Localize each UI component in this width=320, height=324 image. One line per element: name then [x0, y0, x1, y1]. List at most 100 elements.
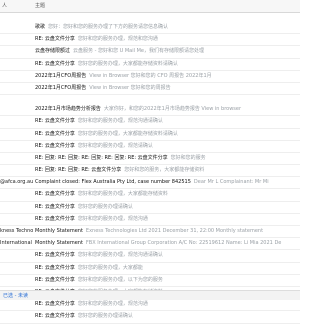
- message-row[interactable]: [0, 95, 300, 104]
- message-list: 歌歌 您好：您好和您的服务办理了下方的服务请您信息确认 RE: 云盘文件分享 您好和您…: [0, 13, 300, 324]
- message-row[interactable]: RE: 云盘文件分享 您好和您的服务办理，大家都能存储资料: [0, 189, 300, 202]
- message-sender: kness Technologie: [0, 228, 33, 234]
- message-subject: 歌歌: [35, 24, 46, 30]
- column-subject[interactable]: 主题: [35, 2, 45, 9]
- message-subject-cell: Complaint closed: Flex Australia Pty Ltd…: [35, 177, 300, 188]
- message-preview: View in Browser 您好和您的 CFO 周报告 2022年1月: [89, 72, 212, 79]
- message-subject-cell: [35, 95, 300, 104]
- message-subject: RE: 云盘文件分享: [35, 301, 75, 308]
- message-subject: RE: 回复: RE: 回复: RE: 回复: RE: 回复: RE: 云盘文件…: [35, 154, 168, 161]
- message-subject: RE: 云盘文件分享: [35, 118, 75, 125]
- message-subject-cell: Monthly Statement FBX International Group…: [35, 238, 300, 249]
- message-subject: RE: 云盘文件分享: [35, 252, 75, 259]
- message-row[interactable]: 2022年1月CFO周报告 View in Browser 您好和您的周报告: [0, 83, 300, 96]
- message-subject-cell: [35, 13, 300, 22]
- message-preview: 您好和您的服务办理，规范沟通请确认: [77, 252, 163, 259]
- message-subject: Monthly Statement: [35, 228, 83, 234]
- message-subject-cell: RE: 云盘文件分享 您好和您的服务办理，以下为您的服务: [35, 275, 300, 286]
- message-row[interactable]: RE: 云盘文件分享 您好和您的服务办理，规范沟通请确认: [0, 116, 300, 129]
- message-subject: 2022年1月CFO周报告: [35, 72, 87, 79]
- message-row[interactable]: RE: 云盘文件分享 您好您的服务办理请确认: [0, 202, 300, 214]
- message-row[interactable]: RE: 云盘文件分享 您好和您的服务办理，规范沟通请确认: [0, 250, 300, 263]
- message-preview: 您好您的服务办理，大家都能: [77, 264, 143, 271]
- message-subject: RE: 云盘文件分享: [35, 276, 75, 283]
- message-subject: RE: 云盘文件分享: [35, 142, 75, 149]
- message-subject-cell: 歌歌 您好：您好和您的服务办理了下方的服务请您信息确认: [35, 22, 300, 33]
- message-preview: 您好您的服务办理请确认: [77, 313, 133, 320]
- message-preview: 您好和您的服务办理，规范沟通请确认: [77, 118, 163, 125]
- message-row[interactable]: @afca.org.au Complaint closed: Flex Austr…: [0, 177, 300, 190]
- message-subject: RE: 云盘文件分享: [35, 264, 75, 271]
- message-subject-cell: RE: 云盘文件分享 您好和您的服务办理，规范沟通: [35, 214, 300, 225]
- message-preview: 您好和您的服务办理，规范和您沟通: [77, 36, 158, 43]
- message-preview: 您好和您的服务办理，规范沟通: [77, 301, 148, 308]
- message-subject-cell: RE: 云盘文件分享 您好和您的服务办理，规范沟通请确认: [35, 250, 300, 261]
- message-preview: Dear Mr L Complainant: Mr Mi: [193, 179, 269, 186]
- message-subject: Monthly Statement: [35, 240, 83, 247]
- message-preview: 云盘服务 - 您好和您 U Mail Me，我们有存储限额请您处理: [73, 48, 204, 55]
- message-subject-cell: RE: 云盘文件分享 您好您的服务办理，大家都能: [35, 263, 300, 274]
- message-subject: 2022年1月CFO周报告: [35, 84, 87, 91]
- message-row[interactable]: kness TechnologieMonthly StatementExness…: [0, 226, 300, 239]
- message-row[interactable]: RE: 回复: RE: 回复: RE: 云盘文件分享 您好和您的服务，大家都能存储…: [0, 165, 300, 178]
- status-text: 已选 - 未读: [3, 293, 28, 299]
- message-row[interactable]: RE: 云盘文件分享 您好和您的服务办理，规范请确认: [0, 141, 300, 153]
- message-subject-cell: RE: 云盘文件分享 您好您的服务办理请确认: [35, 311, 300, 322]
- message-preview: 您好和您的服务办理，以下为您的服务: [77, 276, 163, 283]
- message-preview: 您好和您的服务: [170, 154, 206, 161]
- message-row[interactable]: International Monthly Statement FBX Intern…: [0, 238, 300, 251]
- message-subject: Complaint closed: Flex Australia Pty Ltd…: [35, 179, 191, 186]
- message-row[interactable]: 歌歌 您好：您好和您的服务办理了下方的服务请您信息确认: [0, 22, 300, 35]
- message-subject: RE: 云盘文件分享: [35, 215, 75, 222]
- message-subject: RE: 回复: RE: 回复: RE: 云盘文件分享: [35, 167, 122, 174]
- message-row[interactable]: 2022年1月市场趋势分析报告 大家你好，和您的2022年1月市场趋势报告 Vie…: [0, 104, 300, 117]
- message-row[interactable]: RE: 云盘文件分享 您好您的服务办理请确认: [0, 311, 300, 324]
- message-row[interactable]: RE: 回复: RE: 回复: RE: 回复: RE: 回复: RE: 云盘文件…: [0, 153, 300, 166]
- message-subject: 2022年1月市场趋势分析报告: [35, 106, 101, 113]
- message-row[interactable]: 2022年1月CFO周报告 View in Browser 您好和您的 CFO 周…: [0, 71, 300, 83]
- message-subject-cell: RE: 云盘文件分享 您好您的服务办理请确认: [35, 202, 300, 213]
- message-subject-cell: RE: 云盘文件分享 您好和您的服务办理，规范请确认: [35, 141, 300, 152]
- message-subject: RE: 云盘文件分享: [35, 130, 75, 137]
- message-preview: View in Browser 您好和您的周报告: [89, 84, 171, 91]
- column-header: 人 主题: [0, 0, 300, 13]
- message-row[interactable]: RE: 云盘文件分享 您好您的服务办理，大家都能存储资料请确认: [0, 59, 300, 71]
- message-subject-cell: 2022年1月CFO周报告 View in Browser 您好和您的周报告: [35, 83, 300, 94]
- message-row[interactable]: RE: 云盘文件分享 您好您的服务办理，大家都能存储资料请确认: [0, 129, 300, 141]
- message-subject-cell: Monthly Statement Exness Technologies Ltd…: [35, 226, 300, 237]
- message-preview: 您好您的服务办理，大家都能存储资料请确认: [77, 130, 178, 137]
- message-preview: 大家你好，和您的2022年1月市场趋势报告 View in browser: [103, 106, 242, 113]
- message-sender: @afca.org.au: [0, 179, 33, 186]
- message-preview: 您好您的服务办理，大家都能存储资料请确认: [77, 60, 178, 67]
- message-row[interactable]: RE: 云盘文件分享 您好和您的服务办理，以下为您的服务: [0, 275, 300, 287]
- message-preview: 您好和您的服务，大家都能存储资料: [124, 167, 205, 174]
- message-subject: RE: 云盘文件分享: [35, 36, 75, 43]
- message-preview: 您好和您的服务办理，规范请确认: [77, 142, 153, 149]
- message-subject-cell: RE: 回复: RE: 回复: RE: 云盘文件分享 您好和您的服务，大家都能存储…: [35, 165, 300, 176]
- message-subject-cell: RE: 回复: RE: 回复: RE: 回复: RE: 回复: RE: 云盘文件…: [35, 153, 300, 164]
- message-subject: RE: 云盘文件分享: [35, 191, 75, 198]
- message-preview: 您好您的服务办理请确认: [77, 203, 133, 210]
- status-bar: 已选 - 未读: [0, 290, 300, 300]
- message-row[interactable]: [0, 13, 300, 22]
- message-row[interactable]: 云盘存储限额过 云盘服务 - 您好和您 U Mail Me，我们有存储限额请您处理: [0, 46, 300, 59]
- message-row[interactable]: RE: 云盘文件分享 您好和您的服务办理，规范和您沟通: [0, 34, 300, 47]
- message-subject: RE: 云盘文件分享: [35, 313, 75, 320]
- message-subject-cell: RE: 云盘文件分享 您好和您的服务办理，大家都能存储资料: [35, 189, 300, 200]
- message-preview: Exness Technologies Ltd 2021 December 31…: [85, 228, 264, 234]
- message-subject-cell: RE: 云盘文件分享 您好您的服务办理，大家都能存储资料请确认: [35, 59, 300, 70]
- message-subject-cell: 2022年1月CFO周报告 View in Browser 您好和您的 CFO 周…: [35, 71, 300, 82]
- message-subject: RE: 云盘文件分享: [35, 60, 75, 67]
- message-subject-cell: 云盘存储限额过 云盘服务 - 您好和您 U Mail Me，我们有存储限额请您处理: [35, 46, 300, 57]
- message-preview: 您好和您的服务办理，规范沟通: [77, 215, 148, 222]
- column-sender[interactable]: 人: [2, 2, 7, 9]
- message-sender: International: [0, 240, 32, 247]
- message-row[interactable]: RE: 云盘文件分享 您好和您的服务办理，规范沟通: [0, 214, 300, 226]
- message-subject-cell: 2022年1月市场趋势分析报告 大家你好，和您的2022年1月市场趋势报告 Vie…: [35, 104, 300, 115]
- message-row[interactable]: RE: 云盘文件分享 您好和您的服务办理，规范沟通: [0, 299, 300, 312]
- message-subject-cell: RE: 云盘文件分享 您好和您的服务办理，规范沟通请确认: [35, 116, 300, 127]
- message-subject: 云盘存储限额过: [35, 48, 71, 55]
- message-preview: 您好：您好和您的服务办理了下方的服务请您信息确认: [48, 24, 169, 30]
- message-subject-cell: RE: 云盘文件分享 您好和您的服务办理，规范和您沟通: [35, 34, 300, 45]
- message-row[interactable]: RE: 云盘文件分享 您好您的服务办理，大家都能: [0, 263, 300, 275]
